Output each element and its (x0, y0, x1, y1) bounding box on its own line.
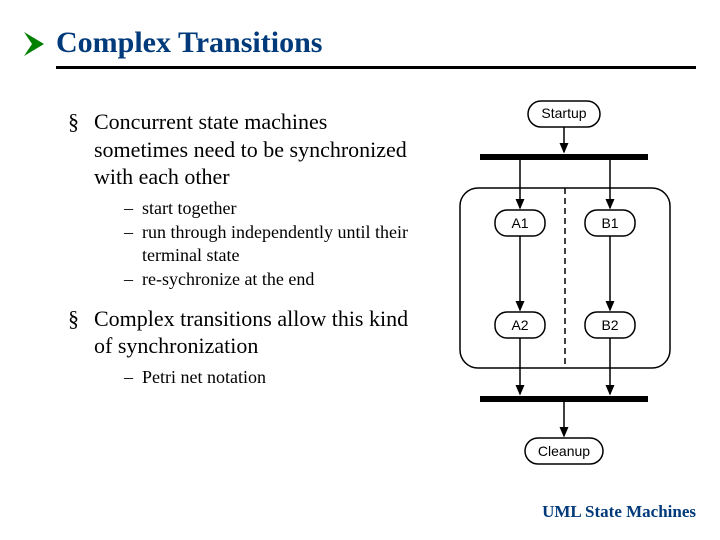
content: Concurrent state machines sometimes need… (64, 108, 424, 402)
header: Complex Transitions (56, 26, 696, 69)
diagram-b2-label: B2 (601, 317, 618, 333)
bullet-item: Concurrent state machines sometimes need… (64, 108, 424, 291)
bullet-text: Concurrent state machines sometimes need… (94, 109, 407, 189)
sub-bullet-item: Petri net notation (124, 366, 424, 389)
bullet-item: Complex transitions allow this kind of s… (64, 305, 424, 389)
diagram-a1-label: A1 (511, 215, 528, 231)
sub-bullet-item: run through independently until their te… (124, 221, 424, 266)
diagram-cleanup-label: Cleanup (538, 443, 590, 459)
title-underline (56, 66, 696, 69)
diagram-startup-label: Startup (541, 105, 586, 121)
sub-bullet-item: re-sychronize at the end (124, 268, 424, 291)
arrow-right-icon (18, 28, 50, 60)
bullet-text: Complex transitions allow this kind of s… (94, 306, 408, 359)
slide: Complex Transitions Concurrent state mac… (0, 0, 720, 540)
diagram-b1-label: B1 (601, 215, 618, 231)
diagram-a2-label: A2 (511, 317, 528, 333)
sub-bullet-item: start together (124, 197, 424, 220)
footer-label: UML State Machines (542, 502, 696, 522)
uml-diagram: Startup A1 B1 A2 B2 (440, 96, 690, 491)
page-title: Complex Transitions (56, 26, 696, 60)
